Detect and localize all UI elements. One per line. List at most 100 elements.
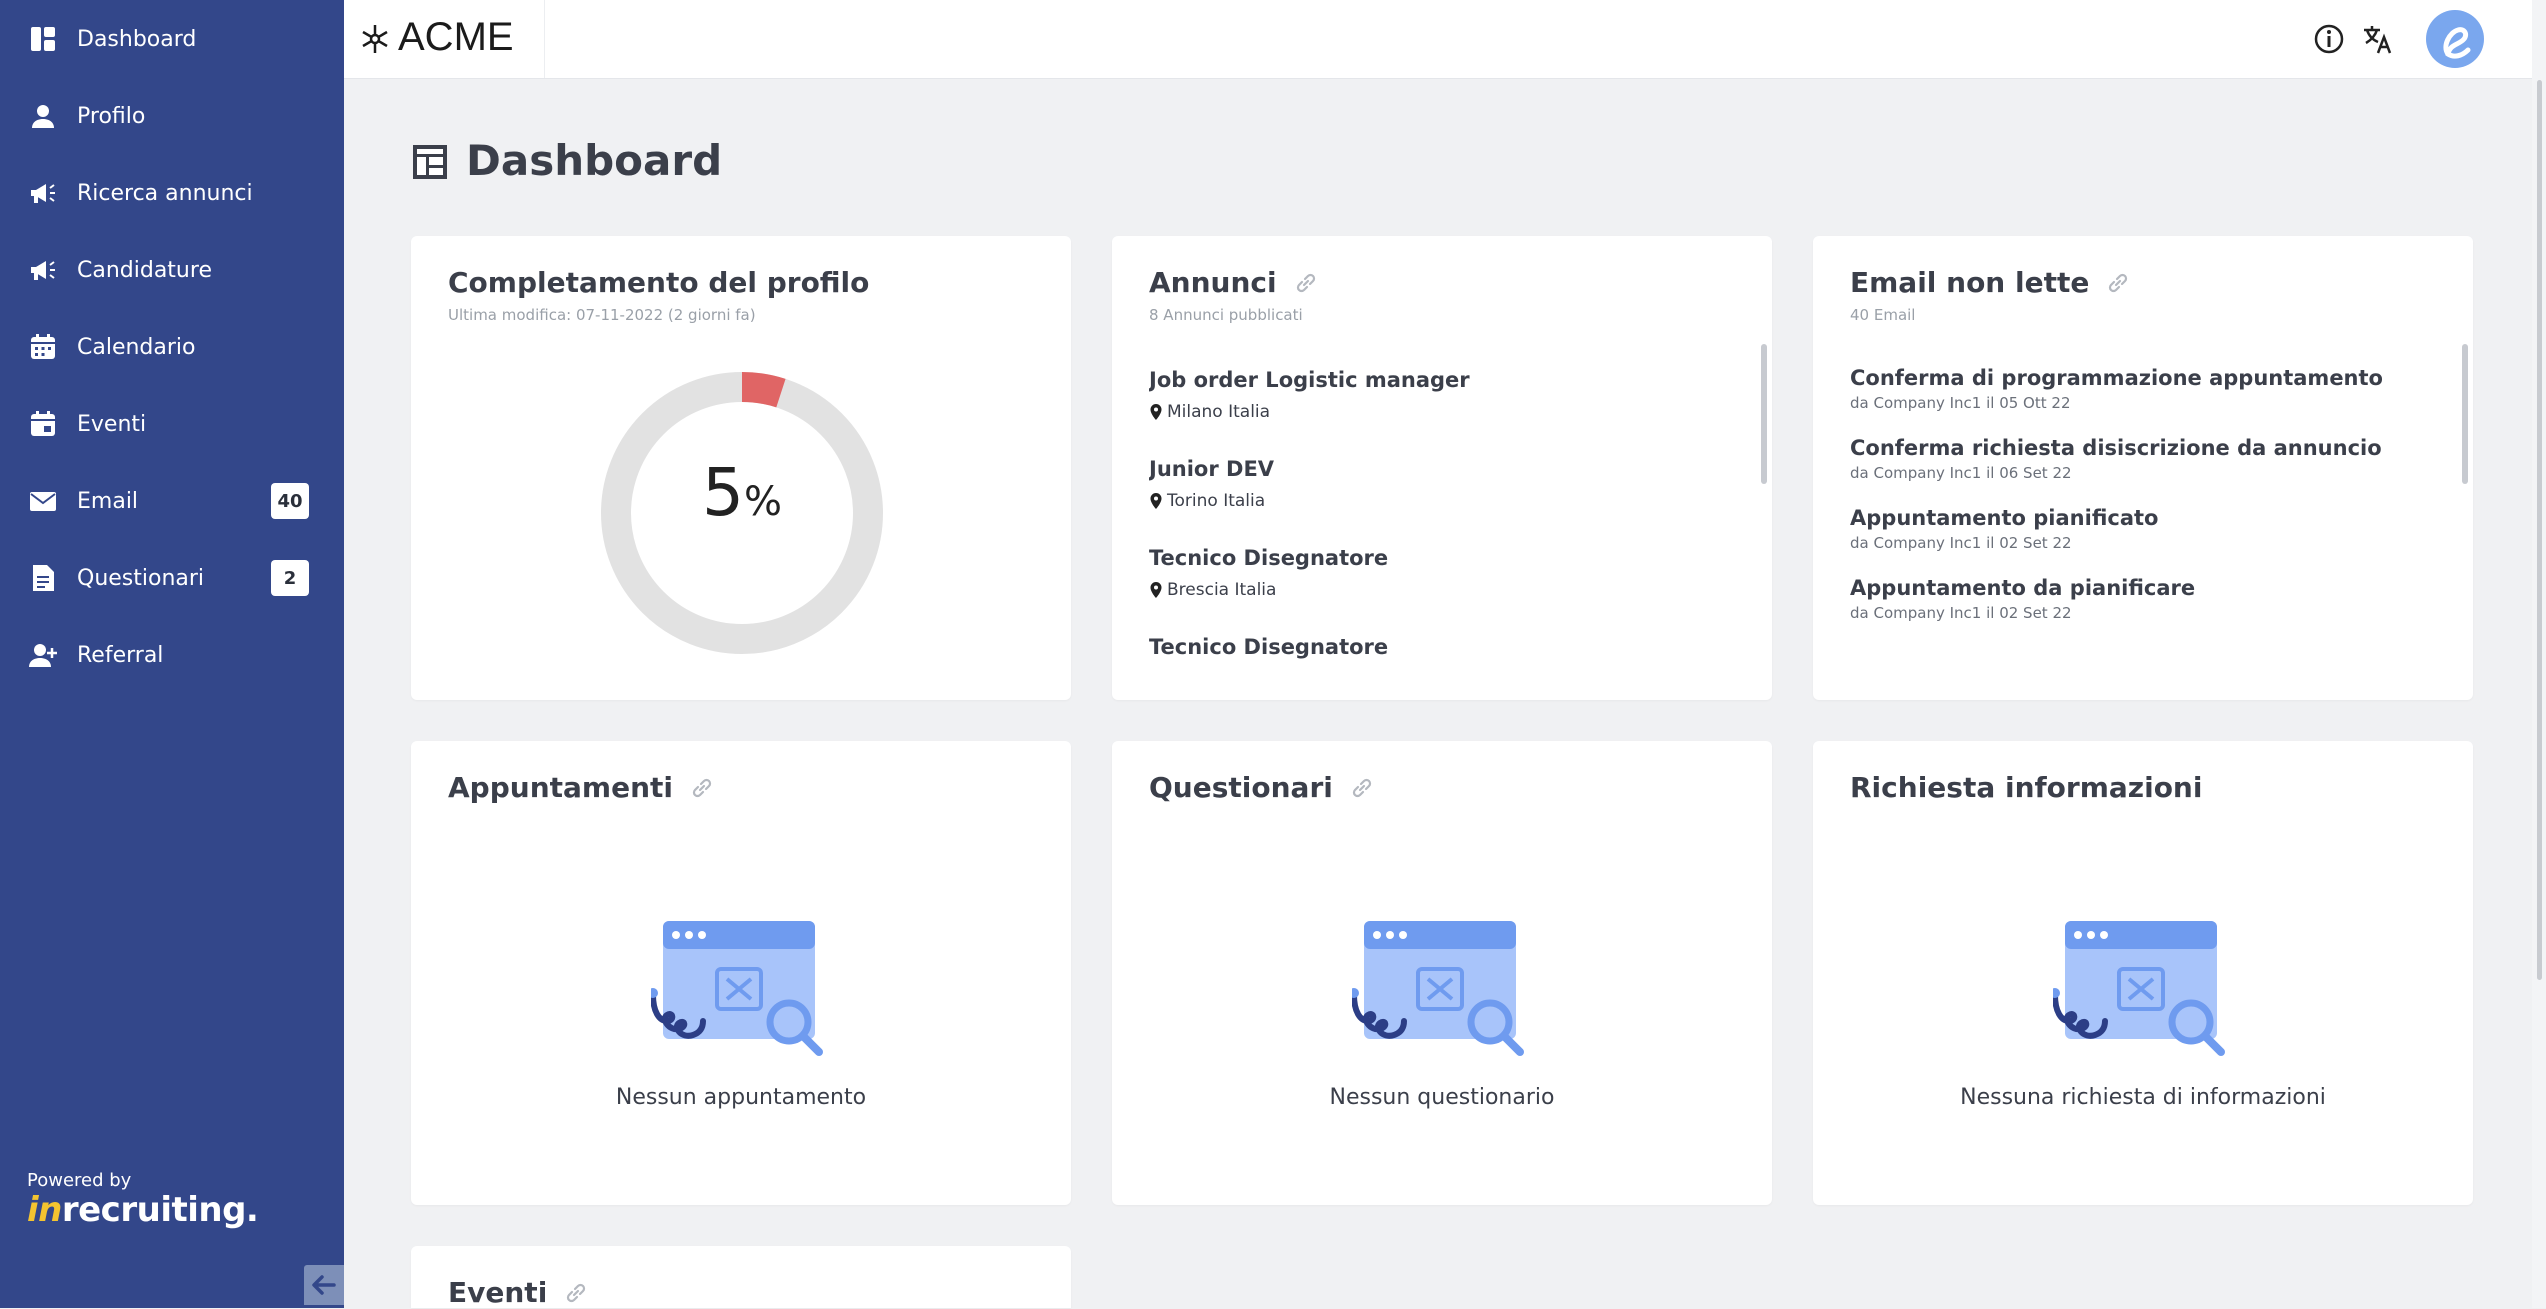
email-count-badge: 40 — [271, 483, 309, 519]
email-subject: Conferma richiesta disiscrizione da annu… — [1850, 436, 2382, 460]
email-subject: Appuntamento pianificato — [1850, 506, 2159, 530]
link-icon[interactable] — [2105, 270, 2131, 296]
snowflake-icon — [362, 25, 388, 53]
card-title: Eventi — [448, 1276, 589, 1309]
document-icon — [28, 563, 58, 593]
card-title: Questionari — [1149, 771, 1375, 804]
last-modified-text: Ultima modifica: 07-11-2022 (2 giorni fa… — [448, 306, 756, 324]
logo-text: ACME — [398, 15, 514, 59]
appointments-card: Appuntamenti Nessun appuntamento — [411, 741, 1071, 1205]
card-title: Appuntamenti — [448, 771, 715, 804]
page-scrollbar-thumb[interactable] — [2537, 80, 2542, 980]
sidebar-item-label: Calendario — [77, 334, 196, 360]
dashboard-icon — [413, 145, 447, 179]
avatar[interactable] — [2426, 10, 2484, 68]
page-title: Dashboard — [466, 136, 723, 185]
empty-state-illustration — [651, 921, 823, 1056]
sidebar-item-ricerca-annunci[interactable]: Ricerca annunci — [0, 163, 344, 223]
info-icon[interactable] — [2312, 22, 2346, 56]
ads-list-scrollbar[interactable] — [1761, 344, 1767, 484]
email-subject: Appuntamento da pianificare — [1850, 576, 2196, 600]
calendar-icon — [28, 332, 58, 362]
emails-list[interactable]: Conferma di programmazione appuntamento … — [1850, 366, 2430, 676]
card-title: Richiesta informazioni — [1850, 771, 2203, 804]
sidebar-item-label: Email — [77, 488, 139, 514]
link-icon[interactable] — [1349, 775, 1375, 801]
user-add-icon — [28, 640, 58, 670]
empty-state-text: Nessun appuntamento — [615, 1085, 867, 1110]
sidebar-item-label: Referral — [77, 642, 164, 668]
sidebar-item-label: Dashboard — [77, 26, 197, 52]
info-requests-card: Richiesta informazioni Nessuna richiesta… — [1813, 741, 2473, 1205]
empty-state-illustration — [1352, 921, 1524, 1056]
job-title: Junior DEV — [1149, 457, 1275, 481]
list-item[interactable]: Junior DEV Torino Italia — [1149, 455, 1729, 544]
map-pin-icon — [1149, 493, 1163, 509]
sidebar-item-questionari[interactable]: Questionari 2 — [0, 548, 344, 608]
link-icon[interactable] — [689, 775, 715, 801]
email-sender: da Company Inc1 il 05 Ott 22 — [1850, 394, 2071, 412]
collapse-sidebar-button[interactable] — [304, 1265, 344, 1305]
sidebar-item-label: Ricerca annunci — [77, 180, 253, 206]
emails-list-scrollbar[interactable] — [2462, 344, 2468, 484]
map-pin-icon — [1149, 582, 1163, 598]
email-subject: Conferma di programmazione appuntamento — [1850, 366, 2383, 390]
list-item[interactable]: Tecnico Disegnatore — [1149, 633, 1729, 676]
surveys-card: Questionari Nessun questionario — [1112, 741, 1772, 1205]
ads-count-text: 8 Annunci pubblicati — [1149, 306, 1303, 324]
top-bar: ACME — [344, 0, 2546, 79]
list-item[interactable]: Job order Logistic manager Milano Italia — [1149, 366, 1729, 455]
sidebar-item-email[interactable]: Email 40 — [0, 471, 344, 531]
card-title: Completamento del profilo — [448, 266, 870, 299]
empty-state-text: Nessun questionario — [1329, 1085, 1555, 1110]
unread-emails-card: Email non lette 40 Email Conferma di pro… — [1813, 236, 2473, 700]
ads-list[interactable]: Job order Logistic manager Milano Italia… — [1149, 366, 1729, 676]
acme-logo[interactable]: ACME — [344, 0, 545, 78]
link-icon[interactable] — [563, 1280, 589, 1306]
map-pin-icon — [1149, 404, 1163, 420]
megaphone-icon — [28, 255, 58, 285]
arrow-left-icon — [312, 1275, 336, 1295]
list-item[interactable]: Conferma richiesta disiscrizione da annu… — [1850, 436, 2430, 506]
list-item[interactable]: Appuntamento da pianificare da Company I… — [1850, 576, 2430, 646]
profile-completion-card: Completamento del profilo Ultima modific… — [411, 236, 1071, 700]
link-icon[interactable] — [1293, 270, 1319, 296]
email-sender: da Company Inc1 il 06 Set 22 — [1850, 464, 2072, 482]
sidebar-item-profilo[interactable]: Profilo — [0, 86, 344, 146]
email-sender: da Company Inc1 il 02 Set 22 — [1850, 534, 2072, 552]
card-title: Annunci — [1149, 266, 1319, 299]
sidebar-item-label: Eventi — [77, 411, 147, 437]
sidebar-item-calendario[interactable]: Calendario — [0, 317, 344, 377]
translate-icon[interactable] — [2361, 22, 2395, 56]
inrecruiting-logo: inrecruiting. — [27, 1190, 259, 1230]
sidebar: Dashboard Profilo Ricerca annunci Candid… — [0, 0, 344, 1308]
powered-by-text: Powered by — [27, 1170, 132, 1191]
sidebar-item-label: Questionari — [77, 565, 205, 591]
sidebar-item-dashboard[interactable]: Dashboard — [0, 9, 344, 69]
job-title: Job order Logistic manager — [1149, 368, 1470, 392]
sidebar-item-label: Candidature — [77, 257, 212, 283]
questionari-count-badge: 2 — [271, 560, 309, 596]
list-item[interactable]: Appuntamento pianificato da Company Inc1… — [1850, 506, 2430, 576]
completion-percent: 5% — [701, 454, 782, 531]
empty-state-text: Nessuna richiesta di informazioni — [1960, 1085, 2326, 1110]
sidebar-item-candidature[interactable]: Candidature — [0, 240, 344, 300]
user-icon — [28, 101, 58, 131]
megaphone-icon — [28, 178, 58, 208]
email-sender: da Company Inc1 il 02 Set 22 — [1850, 604, 2072, 622]
job-location: Brescia Italia — [1167, 580, 1277, 600]
empty-state-illustration — [2053, 921, 2225, 1056]
sidebar-item-eventi[interactable]: Eventi — [0, 394, 344, 454]
dashboard-icon — [28, 24, 58, 54]
ads-card: Annunci 8 Annunci pubblicati Job order L… — [1112, 236, 1772, 700]
email-count-text: 40 Email — [1850, 306, 1916, 324]
job-location: Milano Italia — [1167, 402, 1271, 422]
job-location: Torino Italia — [1167, 491, 1266, 511]
list-item[interactable]: Conferma di programmazione appuntamento … — [1850, 366, 2430, 436]
events-card: Eventi — [411, 1246, 1071, 1309]
mail-icon — [28, 486, 58, 516]
job-title: Tecnico Disegnatore — [1149, 635, 1389, 659]
job-title: Tecnico Disegnatore — [1149, 546, 1389, 570]
sidebar-item-referral[interactable]: Referral — [0, 625, 344, 685]
list-item[interactable]: Tecnico Disegnatore Brescia Italia — [1149, 544, 1729, 633]
